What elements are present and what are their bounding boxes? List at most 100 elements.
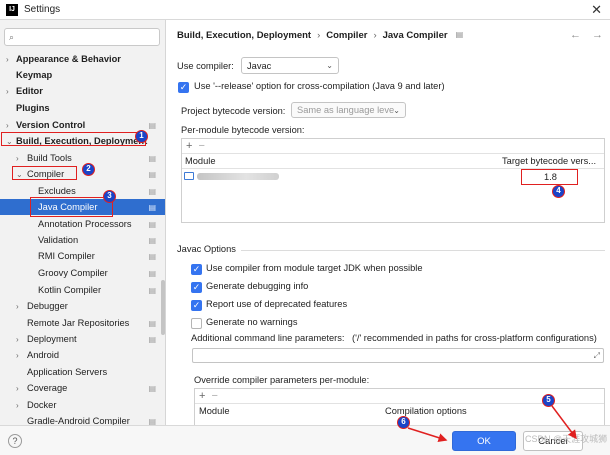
settings-scope-icon: ▤ [148, 334, 156, 344]
add-icon[interactable]: + [199, 390, 205, 402]
sidebar-item-remote-jar-repositories[interactable]: Remote Jar Repositories ▤ [0, 315, 165, 331]
sidebar-item-docker[interactable]: › Docker [0, 397, 165, 413]
sidebar-item-label: Deployment [27, 334, 77, 344]
sidebar-item-editor[interactable]: › Editor [0, 83, 165, 99]
settings-scope-icon: ▤ [148, 186, 156, 196]
table-header: Module Target bytecode vers... [182, 154, 604, 169]
sidebar-item-rmi-compiler[interactable]: RMI Compiler ▤ [0, 248, 165, 264]
release-option-label: Use '--release' option for cross-compila… [194, 81, 445, 91]
per-module-label: Per-module bytecode version: [181, 125, 305, 135]
sidebar-item-debugger[interactable]: › Debugger [0, 298, 165, 314]
search-field[interactable]: ⌕ [4, 28, 160, 46]
sidebar-item-keymap[interactable]: Keymap [0, 67, 165, 83]
annotation-badge-4: 4 [552, 185, 565, 198]
sidebar-scrollbar[interactable] [161, 280, 165, 335]
release-option-checkbox[interactable]: ✓ [178, 82, 189, 93]
chevron-right-icon: › [16, 301, 19, 311]
column-header-module[interactable]: Module [185, 156, 216, 166]
sidebar-item-groovy-compiler[interactable]: Groovy Compiler ▤ [0, 265, 165, 281]
settings-scope-icon: ▤ [148, 202, 156, 212]
expand-icon[interactable]: ⤢ [594, 351, 600, 361]
column-header-target-bytecode[interactable]: Target bytecode vers... [502, 156, 596, 166]
annotation-badge-1: 1 [135, 130, 148, 143]
chevron-right-icon: › [16, 153, 19, 163]
sidebar-item-deployment[interactable]: › Deployment ▤ [0, 331, 165, 347]
use-compiler-label: Use compiler: [177, 61, 234, 71]
deprecated-features-checkbox[interactable]: ✓ [191, 300, 202, 311]
sidebar-item-label: Keymap [16, 70, 53, 80]
chevron-right-icon: › [16, 334, 19, 344]
chevron-right-icon: › [6, 120, 9, 130]
sidebar-item-annotation-processors[interactable]: Annotation Processors ▤ [0, 216, 165, 232]
remove-icon[interactable]: − [211, 390, 217, 402]
no-warnings-checkbox[interactable] [191, 318, 202, 329]
sidebar-item-coverage[interactable]: › Coverage ▤ [0, 380, 165, 396]
annotation-badge-2: 2 [82, 163, 95, 176]
settings-scope-icon: ▤ [148, 318, 156, 328]
breadcrumb-separator: › [373, 30, 377, 41]
add-icon[interactable]: + [186, 140, 192, 152]
ok-button[interactable]: OK [452, 431, 516, 451]
back-arrow-icon[interactable]: ← [570, 29, 581, 41]
chevron-right-icon: › [6, 54, 9, 64]
sidebar-item-gradle-android-compiler[interactable]: Gradle-Android Compiler ▤ [0, 413, 165, 425]
java-compiler-panel: Build, Execution, Deployment › Compiler … [167, 20, 610, 425]
breadcrumb-item: Compiler [326, 30, 368, 41]
settings-scope-icon: ▤ [148, 120, 156, 130]
target-bytecode-cell[interactable]: 1.8 [544, 172, 557, 182]
sidebar-item-label: Gradle-Android Compiler [27, 416, 130, 425]
additional-params-input[interactable]: ⤢ [192, 348, 604, 363]
window-title: Settings [24, 4, 61, 15]
additional-params-hint: ('/' recommended in paths for cross-plat… [352, 333, 597, 343]
table-toolbar: + − [182, 139, 604, 154]
chevron-down-icon: ⌄ [326, 61, 333, 70]
debugging-info-checkbox[interactable]: ✓ [191, 282, 202, 293]
section-divider [241, 250, 605, 251]
settings-sidebar: ⌕ › Appearance & Behavior Keymap › Edito… [0, 20, 166, 425]
sidebar-item-label: Coverage [27, 383, 68, 393]
sidebar-item-label: Version Control [16, 120, 86, 130]
sidebar-item-label: Plugins [16, 103, 50, 113]
search-input[interactable] [17, 31, 148, 43]
table-row[interactable]: 1.8 [182, 169, 604, 185]
watermark: CSDN @天涯攻城狮 [525, 434, 608, 444]
search-icon: ⌕ [9, 31, 15, 42]
annotation-badge-6: 6 [397, 416, 410, 429]
project-bytecode-value: Same as language leve [297, 105, 395, 115]
project-bytecode-select[interactable]: Same as language leve ⌄ [291, 102, 406, 118]
use-target-jdk-label: Use compiler from module target JDK when… [206, 263, 423, 273]
title-bar: IJ Settings ✕ [0, 0, 610, 20]
sidebar-item-label: Remote Jar Repositories [27, 318, 130, 328]
debugging-info-label: Generate debugging info [206, 281, 309, 291]
sidebar-item-application-servers[interactable]: Application Servers [0, 364, 165, 380]
forward-arrow-icon[interactable]: → [592, 29, 603, 41]
close-icon[interactable]: ✕ [591, 2, 602, 18]
chevron-down-icon: ⌄ [6, 136, 13, 146]
sidebar-item-label: Validation [38, 235, 79, 245]
chevron-right-icon: › [16, 400, 19, 410]
remove-icon[interactable]: − [198, 140, 204, 152]
sidebar-item-java-compiler[interactable]: Java Compiler ▤ [0, 199, 165, 215]
sidebar-item-build-tools[interactable]: › Build Tools ▤ [0, 150, 165, 166]
use-target-jdk-checkbox[interactable]: ✓ [191, 264, 202, 275]
settings-scope-icon: ▤ [148, 169, 156, 179]
chevron-right-icon: › [16, 383, 19, 393]
column-header-compilation-options[interactable]: Compilation options [385, 406, 467, 416]
module-name [197, 173, 279, 180]
module-folder-icon [184, 172, 194, 180]
sidebar-item-appearance[interactable]: › Appearance & Behavior [0, 51, 165, 67]
use-compiler-select[interactable]: Javac ⌄ [241, 57, 339, 74]
sidebar-item-excludes[interactable]: Excludes ▤ [0, 183, 165, 199]
sidebar-item-android[interactable]: › Android [0, 347, 165, 363]
sidebar-item-label: Annotation Processors [38, 219, 132, 229]
settings-scope-icon: ▤ [148, 235, 156, 245]
sidebar-item-validation[interactable]: Validation ▤ [0, 232, 165, 248]
sidebar-item-kotlin-compiler[interactable]: Kotlin Compiler ▤ [0, 282, 165, 298]
help-icon[interactable]: ? [8, 434, 22, 448]
chevron-down-icon: ⌄ [16, 169, 23, 179]
chevron-down-icon: ⌄ [393, 105, 400, 115]
override-params-label: Override compiler parameters per-module: [194, 375, 370, 385]
settings-scope-icon: ▤ [148, 219, 156, 229]
sidebar-item-plugins[interactable]: Plugins [0, 100, 165, 116]
column-header-module[interactable]: Module [199, 406, 230, 416]
